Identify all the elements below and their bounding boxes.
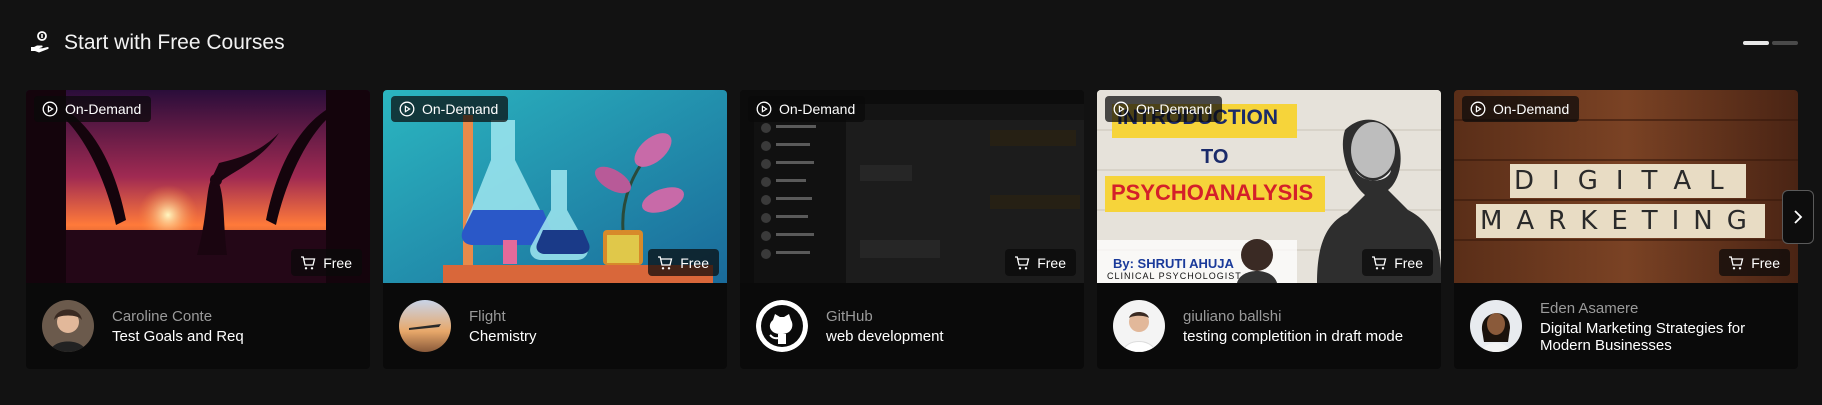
course-title[interactable]: Digital Marketing Strategies for Modern …: [1540, 320, 1780, 354]
avatar: [1113, 300, 1165, 352]
price-label: Free: [323, 254, 352, 271]
badge-label: On-Demand: [1493, 101, 1570, 117]
section-title: Start with Free Courses: [64, 31, 285, 54]
on-demand-badge: On-Demand: [34, 96, 152, 122]
cart-icon: [658, 255, 673, 269]
badge-label: On-Demand: [1136, 101, 1213, 117]
avatar: [42, 300, 94, 352]
free-badge: Free: [648, 249, 719, 276]
free-badge: Free: [291, 249, 362, 276]
course-info: Caroline Conte Test Goals and Req: [26, 283, 370, 369]
course-title[interactable]: web development: [826, 328, 1066, 345]
price-label: Free: [680, 254, 709, 271]
course-card[interactable]: DIGITAL MARKETING On-Demand Free Eden As…: [1454, 90, 1798, 369]
course-info: Flight Chemistry: [383, 283, 727, 369]
pager-dot[interactable]: [1772, 41, 1798, 45]
thumb-line3: PSYCHOANALYSIS: [1111, 180, 1314, 205]
free-badge: Free: [1362, 249, 1433, 276]
course-info: Eden Asamere Digital Marketing Strategie…: [1454, 283, 1798, 369]
course-card[interactable]: On-Demand Free Flight Chemistry: [383, 90, 727, 369]
course-card[interactable]: On-Demand Free GitHub web development: [740, 90, 1084, 369]
course-title[interactable]: Test Goals and Req: [112, 328, 352, 345]
thumb-line2: TO: [1201, 146, 1229, 168]
thumb-word2: MARKETING: [1476, 204, 1765, 238]
play-circle-icon: [399, 101, 415, 117]
thumb-byline: By: SHRUTI AHUJA: [1113, 256, 1234, 271]
course-author[interactable]: giuliano ballshi: [1183, 307, 1423, 326]
price-label: Free: [1394, 254, 1423, 271]
course-card[interactable]: INTRODUCTION TO PSYCHOANALYSIS By: SHRUT…: [1097, 90, 1441, 369]
carousel-pager: [1743, 41, 1798, 45]
tile-word: MARKETING: [1476, 204, 1765, 238]
course-title[interactable]: testing completition in draft mode: [1183, 328, 1423, 345]
github-logo: [756, 300, 808, 352]
course-thumbnail: On-Demand Free: [383, 90, 727, 283]
course-thumbnail: INTRODUCTION TO PSYCHOANALYSIS By: SHRUT…: [1097, 90, 1441, 283]
play-circle-icon: [756, 101, 772, 117]
course-author[interactable]: Flight: [469, 307, 709, 326]
on-demand-badge: On-Demand: [1105, 96, 1223, 122]
free-badge: Free: [1005, 249, 1076, 276]
thumb-word1: DIGITAL: [1510, 164, 1746, 198]
course-card[interactable]: On-Demand Free Caroline Conte Test Goals…: [26, 90, 370, 369]
on-demand-badge: On-Demand: [391, 96, 509, 122]
badge-label: On-Demand: [422, 101, 499, 117]
price-label: Free: [1037, 254, 1066, 271]
avatar: [399, 300, 451, 352]
thumb-role: CLINICAL PSYCHOLOGIST: [1107, 271, 1242, 281]
on-demand-badge: On-Demand: [748, 96, 866, 122]
course-author[interactable]: GitHub: [826, 307, 1066, 326]
cart-icon: [1372, 255, 1387, 269]
course-info: giuliano ballshi testing completition in…: [1097, 283, 1441, 369]
course-thumbnail: On-Demand Free: [740, 90, 1084, 283]
course-thumbnail: DIGITAL MARKETING On-Demand Free: [1454, 90, 1798, 283]
badge-label: On-Demand: [779, 101, 856, 117]
carousel-next-button[interactable]: [1782, 190, 1814, 244]
course-thumbnail: On-Demand Free: [26, 90, 370, 283]
pager-dot-active[interactable]: [1743, 41, 1769, 45]
course-author[interactable]: Eden Asamere: [1540, 299, 1780, 318]
course-author[interactable]: Caroline Conte: [112, 307, 352, 326]
free-badge: Free: [1719, 249, 1790, 276]
play-circle-icon: [42, 101, 58, 117]
play-circle-icon: [1113, 101, 1129, 117]
play-circle-icon: [1470, 101, 1486, 117]
cart-icon: [1015, 255, 1030, 269]
cart-icon: [301, 255, 316, 269]
course-carousel: On-Demand Free Caroline Conte Test Goals…: [26, 90, 1798, 369]
on-demand-badge: On-Demand: [1462, 96, 1580, 122]
badge-label: On-Demand: [65, 101, 142, 117]
hand-coin-icon: [28, 30, 54, 56]
chevron-right-icon: [1794, 210, 1803, 224]
course-title[interactable]: Chemistry: [469, 328, 709, 345]
course-info: GitHub web development: [740, 283, 1084, 369]
price-label: Free: [1751, 254, 1780, 271]
avatar: [1470, 300, 1522, 352]
tile-word: DIGITAL: [1510, 164, 1746, 198]
section-header: Start with Free Courses: [28, 28, 285, 58]
cart-icon: [1729, 255, 1744, 269]
